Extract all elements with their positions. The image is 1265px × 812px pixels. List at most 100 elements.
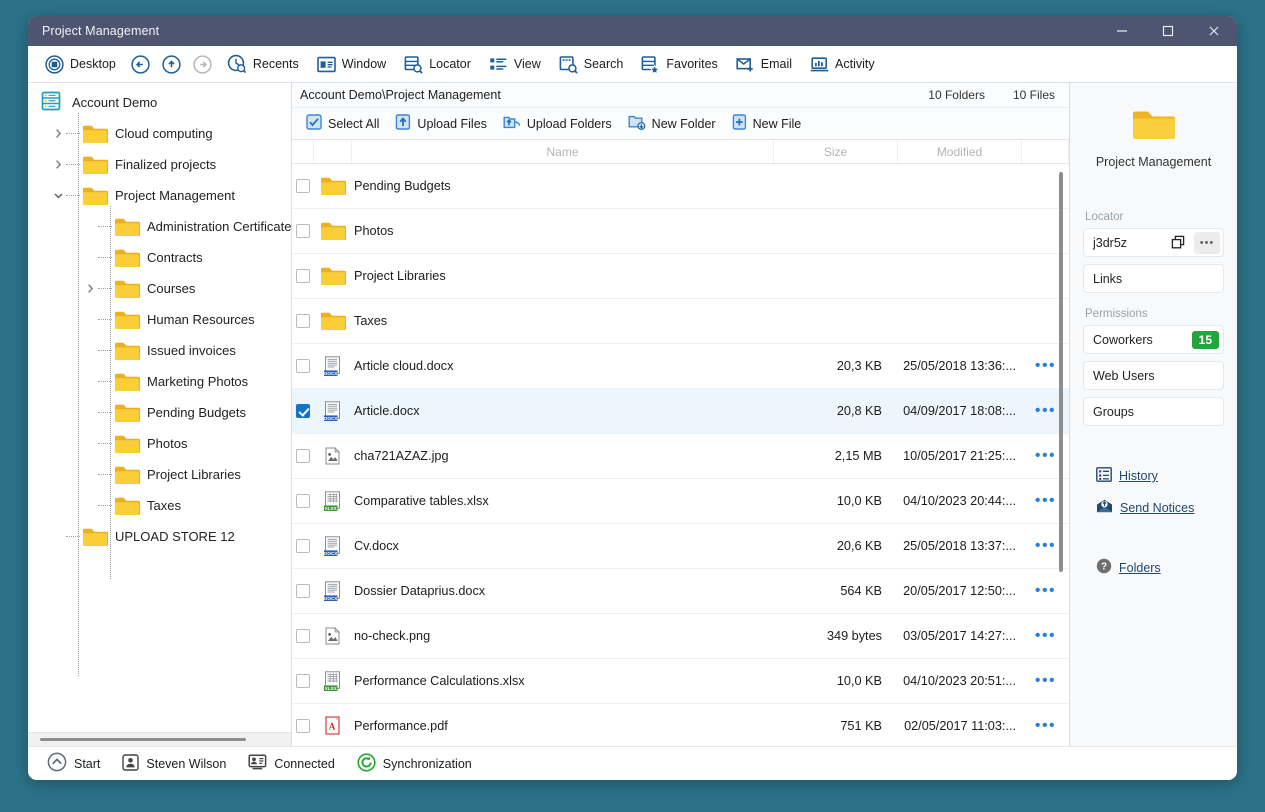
folder-tree[interactable]: Account Demo Cloud computing Finalized pr… xyxy=(28,83,291,732)
row-overflow-menu-icon[interactable]: ••• xyxy=(1035,718,1056,734)
row-checkbox-cell[interactable] xyxy=(292,434,314,478)
row-checkbox[interactable] xyxy=(296,404,310,418)
row-name-cell[interactable]: Article cloud.docx xyxy=(352,344,774,388)
locator-more-button[interactable]: ••• xyxy=(1194,231,1220,254)
new-file-button[interactable]: New File xyxy=(724,111,810,137)
folders-help-link[interactable]: ? Folders xyxy=(1083,558,1224,577)
breadcrumb[interactable]: Account Demo\Project Management xyxy=(300,88,501,102)
table-row[interactable]: cha721AZAZ.jpg 2,15 MB 10/05/2017 21:25:..… xyxy=(292,434,1069,479)
minimize-button[interactable] xyxy=(1099,16,1145,46)
tree-item-administration-certificates[interactable]: Administration Certificates xyxy=(28,211,291,242)
row-checkbox-cell[interactable] xyxy=(292,704,314,746)
row-checkbox[interactable] xyxy=(296,179,310,193)
tree-scrollbar-thumb[interactable] xyxy=(40,738,246,741)
table-row[interactable]: DOCX Dossier Dataprius.docx 564 KB 20/05/20… xyxy=(292,569,1069,614)
toolbar-search-button[interactable]: Search xyxy=(550,49,633,79)
row-name-cell[interactable]: Performance Calculations.xlsx xyxy=(352,659,774,703)
row-checkbox-cell[interactable] xyxy=(292,524,314,568)
links-field[interactable]: Links xyxy=(1083,264,1224,293)
row-checkbox-cell[interactable] xyxy=(292,389,314,433)
close-button[interactable] xyxy=(1191,16,1237,46)
row-checkbox[interactable] xyxy=(296,584,310,598)
tree-horizontal-scrollbar[interactable] xyxy=(28,732,291,746)
table-row[interactable]: no-check.png 349 bytes 03/05/2017 14:27:..… xyxy=(292,614,1069,659)
table-row[interactable]: Taxes xyxy=(292,299,1069,344)
row-menu-cell[interactable]: ••• xyxy=(1022,704,1069,746)
tree-expander-expanded-icon[interactable] xyxy=(50,188,66,204)
row-checkbox-cell[interactable] xyxy=(292,614,314,658)
row-name-cell[interactable]: Article.docx xyxy=(352,389,774,433)
toolbar-desktop-button[interactable]: Desktop xyxy=(36,49,125,79)
table-row[interactable]: Photos xyxy=(292,209,1069,254)
connection-status[interactable]: Connected xyxy=(239,754,343,773)
row-checkbox-cell[interactable] xyxy=(292,479,314,523)
tree-item-taxes[interactable]: Taxes xyxy=(28,490,291,521)
toolbar-recents-button[interactable]: Recents xyxy=(218,49,308,79)
row-checkbox-cell[interactable] xyxy=(292,344,314,388)
permission-groups[interactable]: Groups xyxy=(1083,397,1224,426)
row-overflow-menu-icon[interactable]: ••• xyxy=(1035,358,1056,374)
row-menu-cell[interactable]: ••• xyxy=(1022,659,1069,703)
maximize-button[interactable] xyxy=(1145,16,1191,46)
row-checkbox[interactable] xyxy=(296,449,310,463)
row-overflow-menu-icon[interactable]: ••• xyxy=(1035,448,1056,464)
toolbar-activity-button[interactable]: Activity xyxy=(801,49,884,79)
tree-root-item[interactable]: Account Demo xyxy=(28,87,291,118)
toolbar-window-button[interactable]: Window xyxy=(308,49,395,79)
toolbar-email-button[interactable]: Email xyxy=(727,49,801,79)
row-name-cell[interactable]: cha721AZAZ.jpg xyxy=(352,434,774,478)
row-name-cell[interactable]: Taxes xyxy=(352,299,774,343)
row-name-cell[interactable]: Cv.docx xyxy=(352,524,774,568)
tree-item-project-management[interactable]: Project Management xyxy=(28,180,291,211)
tree-item-cloud-computing[interactable]: Cloud computing xyxy=(28,118,291,149)
column-header-size[interactable]: Size xyxy=(774,140,898,163)
row-overflow-menu-icon[interactable]: ••• xyxy=(1035,403,1056,419)
row-overflow-menu-icon[interactable]: ••• xyxy=(1035,583,1056,599)
column-header-modified[interactable]: Modified xyxy=(898,140,1022,163)
tree-item-courses[interactable]: Courses xyxy=(28,273,291,304)
row-checkbox-cell[interactable] xyxy=(292,164,314,208)
tree-item-issued-invoices[interactable]: Issued invoices xyxy=(28,335,291,366)
row-checkbox[interactable] xyxy=(296,269,310,283)
select-all-button[interactable]: Select All xyxy=(298,111,387,137)
row-name-cell[interactable]: Photos xyxy=(352,209,774,253)
row-checkbox-cell[interactable] xyxy=(292,209,314,253)
table-row[interactable]: XLSX Performance Calculations.xlsx 10,0 KB… xyxy=(292,659,1069,704)
row-checkbox[interactable] xyxy=(296,719,310,733)
user-status[interactable]: Steven Wilson xyxy=(113,753,235,774)
table-row[interactable]: DOCX Article cloud.docx 20,3 KB 25/05/2018 … xyxy=(292,344,1069,389)
row-checkbox[interactable] xyxy=(296,494,310,508)
send-notices-link[interactable]: Send Notices xyxy=(1083,499,1224,516)
row-checkbox[interactable] xyxy=(296,224,310,238)
toolbar-locator-button[interactable]: Locator xyxy=(395,49,480,79)
file-list-scrollbar[interactable] xyxy=(1059,172,1063,572)
row-overflow-menu-icon[interactable]: ••• xyxy=(1035,673,1056,689)
row-checkbox[interactable] xyxy=(296,539,310,553)
upload-files-button[interactable]: Upload Files xyxy=(387,111,494,137)
toolbar-favorites-button[interactable]: Favorites xyxy=(632,49,726,79)
row-name-cell[interactable]: Comparative tables.xlsx xyxy=(352,479,774,523)
row-name-cell[interactable]: Pending Budgets xyxy=(352,164,774,208)
file-list[interactable]: Pending Budgets Photos Project Libraries Ta… xyxy=(292,164,1069,746)
tree-item-marketing-photos[interactable]: Marketing Photos xyxy=(28,366,291,397)
row-checkbox-cell[interactable] xyxy=(292,299,314,343)
row-name-cell[interactable]: Dossier Dataprius.docx xyxy=(352,569,774,613)
row-menu-cell[interactable]: ••• xyxy=(1022,614,1069,658)
history-link[interactable]: History xyxy=(1083,467,1224,485)
tree-expander-collapsed-icon[interactable] xyxy=(50,157,66,173)
row-name-cell[interactable]: Performance.pdf xyxy=(352,704,774,746)
toolbar-forward-button[interactable] xyxy=(187,49,218,79)
tree-expander-collapsed-icon[interactable] xyxy=(50,126,66,142)
row-checkbox-cell[interactable] xyxy=(292,569,314,613)
tree-item-contracts[interactable]: Contracts xyxy=(28,242,291,273)
tree-item-finalized-projects[interactable]: Finalized projects xyxy=(28,149,291,180)
synchronization-status[interactable]: Synchronization xyxy=(348,752,481,775)
tree-item-project-libraries[interactable]: Project Libraries xyxy=(28,459,291,490)
start-button[interactable]: Start xyxy=(38,752,109,775)
row-name-cell[interactable]: no-check.png xyxy=(352,614,774,658)
tree-expander-collapsed-icon[interactable] xyxy=(82,281,98,297)
tree-item-photos[interactable]: Photos xyxy=(28,428,291,459)
row-name-cell[interactable]: Project Libraries xyxy=(352,254,774,298)
locator-field[interactable]: j3dr5z ••• xyxy=(1083,228,1224,257)
tree-item-upload-store-12[interactable]: UPLOAD STORE 12 xyxy=(28,521,291,552)
